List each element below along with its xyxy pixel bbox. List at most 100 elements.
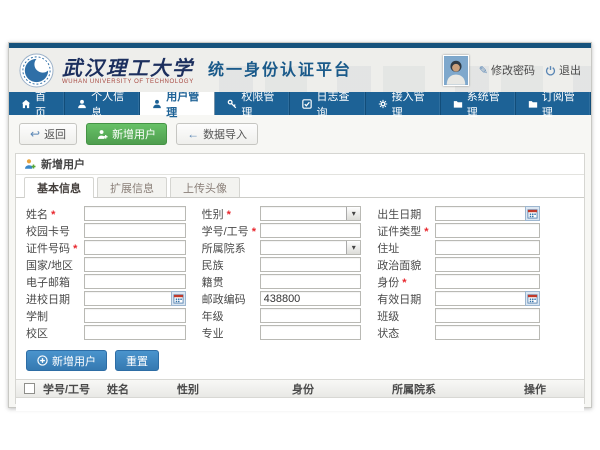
- field-input[interactable]: [435, 274, 540, 289]
- panel-tab[interactable]: 扩展信息: [97, 177, 167, 197]
- field-input[interactable]: [435, 240, 540, 255]
- form-field: 性别 * ▾: [202, 205, 362, 222]
- data-import-label: 数据导入: [203, 126, 247, 142]
- plus-circle-icon: [37, 355, 48, 366]
- field-control: ▾: [84, 274, 186, 289]
- required-asterisk: *: [51, 209, 55, 221]
- nav-tab[interactable]: 接入管理: [366, 92, 441, 115]
- table-header-cell: 性别: [177, 381, 292, 397]
- nav-tab[interactable]: 首页: [9, 92, 65, 115]
- field-input[interactable]: [260, 325, 362, 340]
- back-button[interactable]: ↩ 返回: [19, 123, 77, 145]
- field-input[interactable]: [260, 291, 362, 306]
- change-password-link[interactable]: ✎ 修改密码: [479, 62, 535, 78]
- field-control: ▾: [260, 240, 362, 255]
- field-label: 籍贯: [202, 277, 224, 289]
- university-name-cn: 武汉理工大学: [62, 58, 194, 78]
- field-control: ▾: [435, 274, 540, 289]
- import-arrow-icon: ←: [187, 129, 199, 139]
- field-control: ▾: [435, 206, 540, 221]
- nav-tab-label: 订阅管理: [542, 88, 578, 120]
- required-asterisk: *: [227, 209, 231, 221]
- field-label: 有效日期: [377, 294, 421, 306]
- field-input[interactable]: [84, 240, 186, 255]
- field-label: 证件号码: [26, 243, 70, 255]
- field-control: ▾: [84, 240, 186, 255]
- logout-label: 退出: [559, 62, 581, 78]
- field-input[interactable]: [435, 308, 540, 323]
- change-password-label: 修改密码: [491, 62, 535, 78]
- key-icon: [227, 99, 237, 109]
- nav-tab[interactable]: 系统管理: [441, 92, 516, 115]
- nav-tab-label: 日志查询: [316, 88, 352, 120]
- reset-button[interactable]: 重置: [115, 350, 159, 371]
- field-input[interactable]: [84, 274, 186, 289]
- field-input[interactable]: [260, 274, 362, 289]
- pencil-icon: ✎: [479, 64, 488, 77]
- panel-tab[interactable]: 上传头像: [170, 177, 240, 197]
- field-control: ▾: [260, 291, 362, 306]
- brand-block: 武汉理工大学 WUHAN UNIVERSITY OF TECHNOLOGY 统一…: [62, 56, 352, 85]
- field-input[interactable]: [84, 206, 186, 221]
- field-input[interactable]: [84, 257, 186, 272]
- field-input[interactable]: [84, 325, 186, 340]
- nav-tab[interactable]: 日志查询: [290, 92, 365, 115]
- form-field: 国家/地区 * ▾: [26, 256, 186, 273]
- form-field: 出生日期 * ▾: [377, 205, 540, 222]
- field-label: 邮政编码: [202, 294, 246, 306]
- field-control: ▾: [84, 308, 186, 323]
- form-field: 校园卡号 * ▾: [26, 222, 186, 239]
- panel-tabs: 基本信息 扩展信息 上传头像: [16, 175, 584, 198]
- calendar-icon[interactable]: [171, 291, 186, 306]
- select-all-checkbox[interactable]: [24, 383, 35, 394]
- nav-tab-label: 接入管理: [392, 88, 428, 120]
- header: 武汉理工大学 WUHAN UNIVERSITY OF TECHNOLOGY 统一…: [9, 48, 591, 92]
- required-asterisk: *: [252, 226, 256, 238]
- panel-tab-label: 上传头像: [183, 180, 227, 196]
- field-input[interactable]: [84, 223, 186, 238]
- nav-tab-label: 用户管理: [166, 88, 202, 120]
- nav-tab[interactable]: 订阅管理: [516, 92, 591, 115]
- panel-tab[interactable]: 基本信息: [24, 177, 94, 198]
- user-plus-icon: [97, 129, 108, 140]
- data-import-button[interactable]: ← 数据导入: [176, 123, 258, 145]
- field-control: ▾: [84, 257, 186, 272]
- field-label: 电子邮箱: [26, 277, 70, 289]
- nav-tab-label: 系统管理: [467, 88, 503, 120]
- field-control: ▾: [84, 206, 186, 221]
- toolbar: ↩ 返回 新增用户 ← 数据导入: [9, 115, 591, 153]
- field-input[interactable]: [260, 257, 362, 272]
- field-control: ▾: [435, 308, 540, 323]
- nav-tab[interactable]: 个人信息: [65, 92, 140, 115]
- nav-tab[interactable]: 权限管理: [215, 92, 290, 115]
- section-title-bar: 新增用户: [16, 154, 584, 175]
- calendar-icon[interactable]: [525, 206, 540, 221]
- field-control: ▾: [260, 257, 362, 272]
- form-field: 进校日期 * ▾: [26, 290, 186, 307]
- nav-tab[interactable]: 用户管理: [140, 92, 215, 115]
- field-input[interactable]: [260, 308, 362, 323]
- add-user-toolbar-button[interactable]: 新增用户: [86, 123, 167, 145]
- user-plus-icon: [24, 158, 36, 170]
- field-label: 证件类型: [377, 226, 421, 238]
- field-input[interactable]: [260, 223, 362, 238]
- field-input[interactable]: [84, 308, 186, 323]
- calendar-icon[interactable]: [525, 291, 540, 306]
- field-input[interactable]: [435, 325, 540, 340]
- main-nav: 首页 个人信息 用户管理 权限管理 日志查询: [9, 92, 591, 115]
- chevron-down-icon[interactable]: ▾: [346, 207, 360, 220]
- logout-link[interactable]: 退出: [545, 62, 581, 78]
- field-label: 校园卡号: [26, 226, 70, 238]
- field-input[interactable]: [435, 257, 540, 272]
- form-actions: 新增用户 重置: [16, 346, 584, 377]
- panel-tab-label: 扩展信息: [110, 180, 154, 196]
- chevron-down-icon[interactable]: ▾: [346, 241, 360, 254]
- folder-icon: [453, 99, 463, 109]
- field-input[interactable]: [435, 223, 540, 238]
- form-field: 状态 * ▾: [377, 324, 540, 341]
- form-field: 所属院系 * ▾: [202, 239, 362, 256]
- new-user-form: 姓名 * ▾ 性别 *: [16, 198, 584, 346]
- form-field: 证件号码 * ▾: [26, 239, 186, 256]
- form-field: 学号/工号 * ▾: [202, 222, 362, 239]
- submit-add-user-button[interactable]: 新增用户: [26, 350, 107, 371]
